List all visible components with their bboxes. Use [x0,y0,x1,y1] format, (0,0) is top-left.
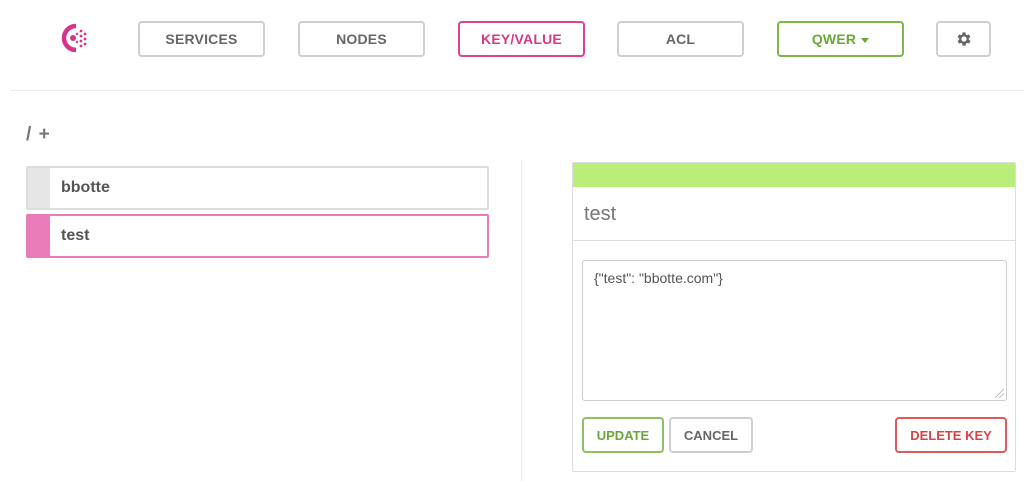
update-label: UPDATE [596,427,650,443]
column-divider [521,160,522,481]
key-title: test [573,187,1015,241]
delete-label: DELETE KEY [910,427,992,443]
nav-nodes-label: NODES [336,31,387,47]
consul-logo[interactable] [58,23,92,53]
nav-key-value-button[interactable]: KEY/VALUE [458,21,585,57]
key-label: bbotte [61,179,110,196]
datacenter-label: QWER [811,31,857,47]
key-label: test [61,227,90,244]
nav-nodes-button[interactable]: NODES [298,21,425,57]
value-text: {"test": "bbotte.com"} [594,270,723,286]
top-navigation: SERVICES NODES KEY/VALUE ACL QWER [0,0,1024,80]
add-key-button[interactable]: + [39,124,51,145]
breadcrumb: / + [26,124,51,146]
status-bar [573,163,1015,187]
key-editor-panel: test {"test": "bbotte.com"} UPDATE CANCE… [572,162,1016,472]
list-item[interactable]: bbotte [26,166,489,210]
settings-button[interactable] [936,21,991,57]
key-list: bbotte test [26,166,489,262]
key-status-bar [28,216,50,256]
value-textarea[interactable]: {"test": "bbotte.com"} [582,260,1007,401]
cancel-label: CANCEL [683,427,739,443]
nav-acl-button[interactable]: ACL [617,21,744,57]
header-divider [10,90,1024,91]
breadcrumb-root[interactable]: / [26,124,32,145]
nav-acl-label: ACL [665,31,696,47]
list-item[interactable]: test [26,214,489,258]
resize-handle[interactable] [995,389,1004,398]
nav-services-button[interactable]: SERVICES [138,21,265,57]
gear-icon [957,32,971,46]
datacenter-dropdown[interactable]: QWER [777,21,904,57]
cancel-button[interactable]: CANCEL [669,417,753,453]
update-button[interactable]: UPDATE [582,417,664,453]
nav-key-value-label: KEY/VALUE [481,31,562,47]
nav-services-label: SERVICES [165,31,238,47]
delete-key-button[interactable]: DELETE KEY [895,417,1007,453]
key-status-bar [28,168,50,208]
chevron-down-icon [861,37,870,43]
